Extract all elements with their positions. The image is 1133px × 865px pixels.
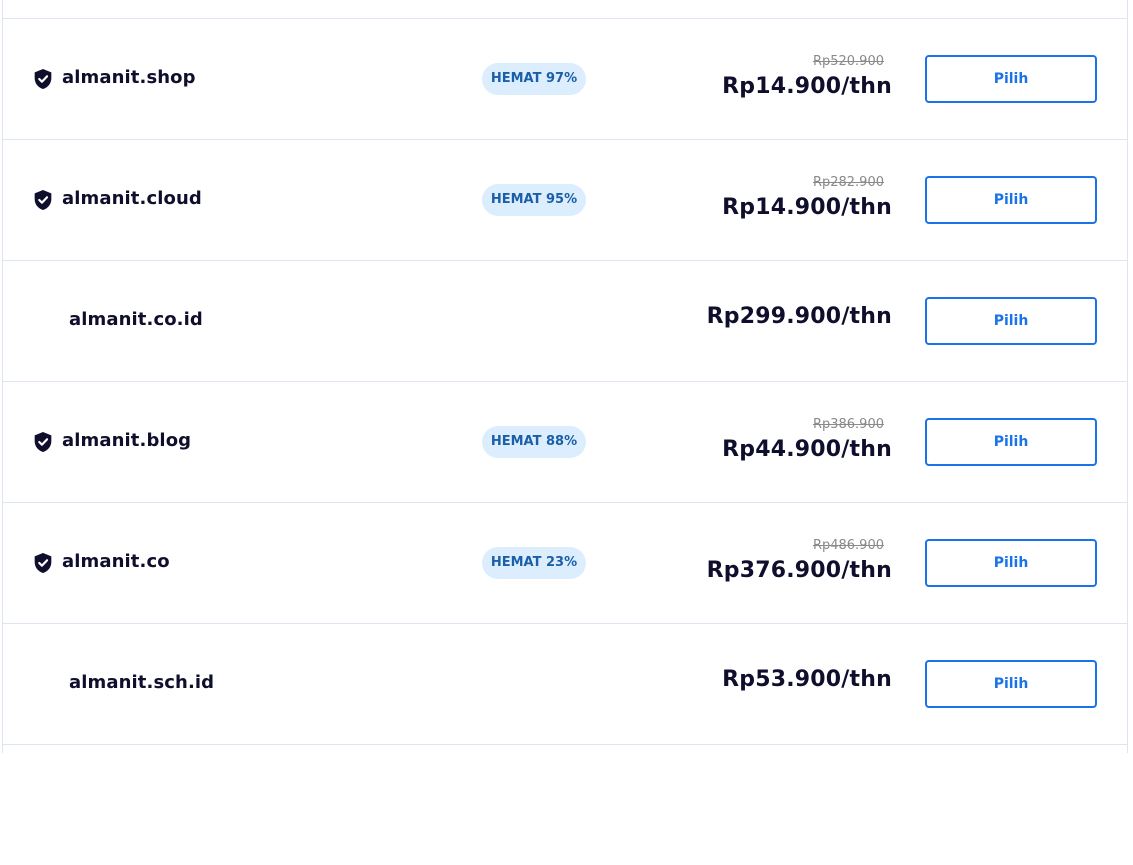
original-price: Rp486.900 xyxy=(812,538,884,553)
domain-row-almanit-blog: almanit.blog HEMAT 88% Rp386.900 Rp44.90… xyxy=(3,381,1127,502)
pilih-button[interactable]: Pilih xyxy=(925,297,1097,345)
pilih-button[interactable]: Pilih xyxy=(925,55,1097,103)
shield-check-icon xyxy=(34,553,52,573)
price: Rp53.900/thn xyxy=(722,667,892,692)
domain-name: almanit.sch.id xyxy=(69,672,215,693)
domain-row-almanit-cloud: almanit.cloud HEMAT 95% Rp282.900 Rp14.9… xyxy=(3,139,1127,260)
shield-check-icon xyxy=(34,190,52,210)
price: Rp44.900/thn xyxy=(722,437,892,462)
domain-row-almanit-sch-id: almanit.sch.id Rp53.900/thn Pilih xyxy=(3,623,1127,744)
original-price: Rp282.900 xyxy=(812,175,884,190)
pilih-button[interactable]: Pilih xyxy=(925,660,1097,708)
discount-badge: HEMAT 95% xyxy=(482,184,586,216)
shield-check-icon xyxy=(34,69,52,89)
domain-name: almanit.co xyxy=(62,551,170,572)
discount-badge: HEMAT 97% xyxy=(482,63,586,95)
price: Rp376.900/thn xyxy=(706,558,892,583)
domain-row xyxy=(3,0,1127,18)
price: Rp299.900/thn xyxy=(706,304,892,329)
price: Rp14.900/thn xyxy=(722,195,892,220)
domain-row xyxy=(3,744,1127,865)
domain-name: almanit.shop xyxy=(62,67,196,88)
pilih-button[interactable]: Pilih xyxy=(925,418,1097,466)
original-price: Rp386.900 xyxy=(812,417,884,432)
shield-check-icon xyxy=(34,432,52,452)
domain-row-almanit-co-id: almanit.co.id Rp299.900/thn Pilih xyxy=(3,260,1127,381)
domain-results-list: almanit.shop HEMAT 97% Rp520.900 Rp14.90… xyxy=(2,0,1128,753)
domain-row-almanit-shop: almanit.shop HEMAT 97% Rp520.900 Rp14.90… xyxy=(3,18,1127,139)
domain-name: almanit.blog xyxy=(62,430,192,451)
discount-badge: HEMAT 23% xyxy=(482,547,586,579)
discount-badge: HEMAT 88% xyxy=(482,426,586,458)
pilih-button[interactable]: Pilih xyxy=(925,176,1097,224)
domain-name: almanit.cloud xyxy=(62,188,202,209)
original-price: Rp520.900 xyxy=(812,54,884,69)
domain-row-almanit-co: almanit.co HEMAT 23% Rp486.900 Rp376.900… xyxy=(3,502,1127,623)
domain-name: almanit.co.id xyxy=(69,309,203,330)
price: Rp14.900/thn xyxy=(722,74,892,99)
pilih-button[interactable]: Pilih xyxy=(925,539,1097,587)
